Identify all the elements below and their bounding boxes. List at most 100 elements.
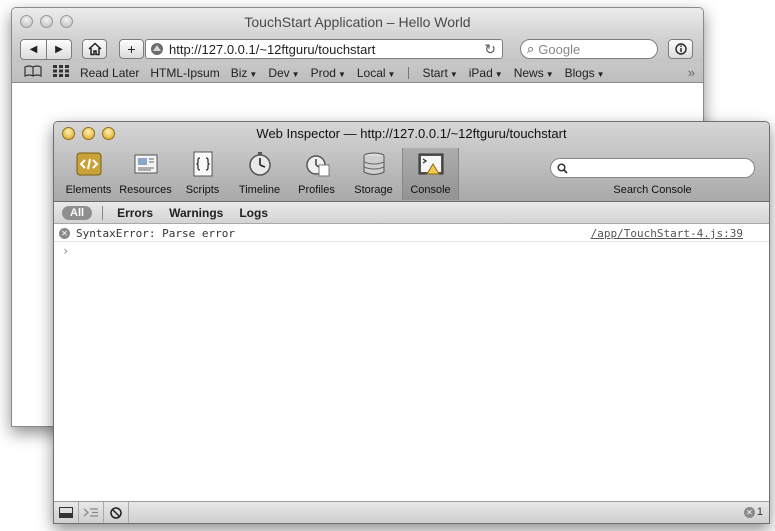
top-sites-icon[interactable] (53, 65, 69, 80)
back-button[interactable]: ◀ (21, 40, 46, 59)
error-icon: ✕ (743, 506, 755, 518)
dock-button[interactable] (54, 502, 79, 523)
bookmarks-bar: Read Later HTML-Ipsum Biz ▼ Dev ▼ Prod ▼ Lo… (12, 63, 703, 83)
window-title: TouchStart Application – Hello World (244, 14, 471, 30)
console-output[interactable]: ✕ SyntaxError: Parse error /app/TouchSta… (54, 225, 769, 501)
error-count[interactable]: ✕ 1 (743, 506, 763, 518)
chevron-down-icon: ▼ (337, 69, 346, 79)
clear-icon (110, 506, 122, 519)
resources-icon (131, 149, 161, 179)
bookmark-folder-biz[interactable]: Biz ▼ (231, 66, 258, 80)
google-search-field[interactable]: ⌕ Google (520, 39, 658, 59)
search-icon: ⌕ (527, 41, 535, 56)
info-button[interactable] (668, 39, 693, 59)
browser-toolbar: ◀ ▶ + http://127.0.0.1/~12ftguru/touchst… (12, 35, 703, 63)
bookmark-folder-news[interactable]: News ▼ (514, 66, 554, 80)
forward-button[interactable]: ▶ (46, 40, 71, 59)
web-inspector-window: Web Inspector — http://127.0.0.1/~12ftgu… (53, 121, 770, 524)
bookmark-label: News (513, 65, 544, 80)
message-source-link[interactable]: /app/TouchStart-4.js:39 (591, 227, 743, 240)
prompt-chevron-icon: › (62, 244, 70, 258)
tab-label: Scripts (185, 184, 220, 196)
console-prompt[interactable]: › (54, 242, 769, 260)
bookmark-read-later[interactable]: Read Later (80, 66, 139, 80)
bookmark-label: Local (356, 65, 386, 80)
bookmark-label: iPad (468, 65, 493, 80)
bookmark-html-ipsum[interactable]: HTML-Ipsum (150, 66, 219, 80)
storage-icon (359, 149, 389, 179)
back-arrow-icon: ◀ (29, 44, 38, 55)
chevron-down-icon: ▼ (545, 69, 554, 79)
tab-label: Elements (65, 184, 112, 196)
site-icon (150, 42, 164, 56)
filter-errors[interactable]: Errors (117, 206, 153, 220)
filter-logs[interactable]: Logs (239, 206, 268, 220)
info-icon (674, 43, 687, 55)
console-icon (416, 149, 446, 179)
tab-profiles[interactable]: Profiles (288, 148, 345, 200)
add-bookmark-button[interactable]: + (119, 39, 144, 59)
bookmarks-divider (408, 66, 410, 79)
tab-label: Profiles (298, 184, 335, 196)
tab-label: Timeline (238, 184, 281, 196)
clear-console-button[interactable] (104, 502, 129, 523)
inspector-status-bar: ✕ 1 (54, 501, 769, 523)
bookmark-label: Start (422, 65, 448, 80)
bookmark-folder-start[interactable]: Start ▼ (422, 66, 457, 80)
console-message: ✕ SyntaxError: Parse error /app/TouchSta… (54, 225, 769, 242)
chevron-down-icon: ▼ (249, 69, 258, 79)
bookmark-label: Blogs (564, 65, 595, 80)
home-icon (87, 42, 102, 56)
console-drawer-icon (83, 508, 98, 517)
tab-resources[interactable]: Resources (117, 148, 174, 200)
filter-warnings[interactable]: Warnings (169, 206, 223, 220)
filter-all[interactable]: All (62, 205, 93, 220)
bookmark-folder-ipad[interactable]: iPad ▼ (469, 66, 503, 80)
bookmark-label: Prod (310, 65, 336, 80)
show-console-button[interactable] (79, 502, 104, 523)
bookmark-label: Dev (268, 65, 290, 80)
search-placeholder: Google (538, 41, 581, 57)
console-search-input[interactable] (550, 158, 755, 178)
bookmark-folder-prod[interactable]: Prod ▼ (311, 66, 346, 80)
timeline-icon (245, 149, 275, 179)
reading-list-icon[interactable] (24, 65, 42, 80)
chevron-down-icon: ▼ (291, 69, 300, 79)
dock-icon (59, 507, 73, 518)
forward-arrow-icon: ▶ (55, 44, 63, 55)
home-button[interactable] (82, 39, 107, 59)
bookmark-folder-blogs[interactable]: Blogs ▼ (565, 66, 605, 80)
reload-icon[interactable]: ↻ (484, 41, 496, 58)
bookmark-label: Biz (230, 65, 248, 80)
message-text: SyntaxError: Parse error (76, 226, 235, 240)
browser-titlebar: TouchStart Application – Hello World (12, 8, 703, 35)
chevron-down-icon: ▼ (449, 69, 458, 79)
scripts-icon (188, 149, 218, 179)
error-count-value: 1 (756, 506, 763, 518)
plus-icon: + (127, 41, 136, 57)
bookmark-folder-local[interactable]: Local ▼ (357, 66, 396, 80)
address-bar[interactable]: http://127.0.0.1/~12ftguru/touchstart ↻ (145, 39, 503, 59)
elements-icon (74, 149, 104, 179)
inspector-toolbar: Web Inspector — http://127.0.0.1/~12ftgu… (54, 122, 769, 202)
profiles-icon (302, 149, 332, 179)
chevron-down-icon: ▼ (596, 69, 605, 79)
inspector-title: Web Inspector — http://127.0.0.1/~12ftgu… (256, 126, 567, 141)
search-console-label: Search Console (613, 184, 692, 196)
tab-storage[interactable]: Storage (345, 148, 402, 200)
more-bookmarks-icon[interactable]: » (688, 65, 695, 80)
url-text: http://127.0.0.1/~12ftguru/touchstart (169, 41, 376, 57)
chevron-down-icon: ▼ (387, 69, 396, 79)
tab-console[interactable]: Console (402, 148, 459, 200)
tab-label: Console (410, 184, 451, 196)
tab-label: Storage (354, 184, 393, 196)
chevron-down-icon: ▼ (494, 69, 503, 79)
bookmark-folder-dev[interactable]: Dev ▼ (268, 66, 299, 80)
search-icon (557, 162, 568, 174)
error-icon: ✕ (59, 227, 70, 239)
tab-elements[interactable]: Elements (60, 148, 117, 200)
console-filter-bar: All Errors Warnings Logs (54, 202, 769, 224)
tab-timeline[interactable]: Timeline (231, 148, 288, 200)
tab-label: Resources (119, 184, 172, 196)
tab-scripts[interactable]: Scripts (174, 148, 231, 200)
